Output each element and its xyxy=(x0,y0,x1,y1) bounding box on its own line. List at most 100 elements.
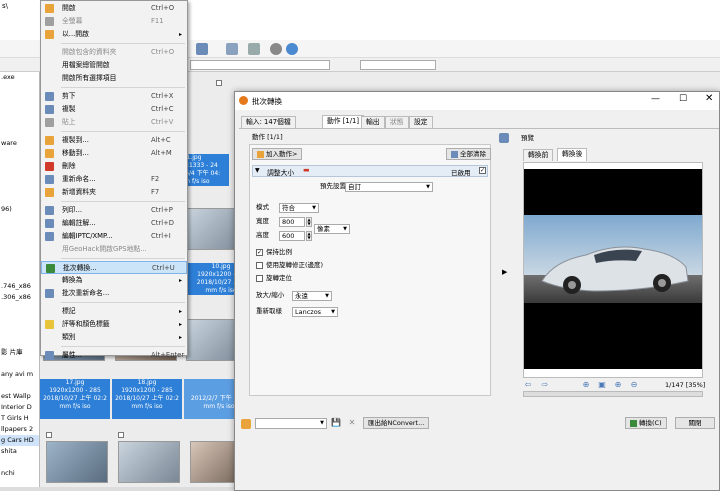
folder-tree-item[interactable]: est Wallp xyxy=(0,391,39,402)
thumbnail-image[interactable] xyxy=(118,441,180,483)
close-icon[interactable]: ✕ xyxy=(705,93,713,104)
preview-scrollbar[interactable] xyxy=(523,391,703,397)
folder-tree-item[interactable] xyxy=(0,182,39,193)
unit-select[interactable]: 像素 ▼ xyxy=(314,224,350,234)
preset-combo[interactable]: ▼ xyxy=(255,418,327,429)
folder-tree-item[interactable] xyxy=(0,303,39,314)
folder-tree-item[interactable]: llpapers 2 xyxy=(0,424,39,435)
tab-actions[interactable]: 動作 [1/1] xyxy=(322,115,364,128)
menu-item[interactable]: 移動到... Alt+M xyxy=(41,147,187,160)
menu-item[interactable]: 複製 Ctrl+C xyxy=(41,103,187,116)
folder-tree-item[interactable] xyxy=(0,457,39,468)
menu-item[interactable]: 以...開啟 ▸ xyxy=(41,28,187,41)
convert-button[interactable]: 轉換(C) xyxy=(625,417,667,429)
mode-select[interactable]: 符合 ▼ xyxy=(279,203,319,213)
folder-tree-item[interactable] xyxy=(0,94,39,105)
folder-tree-item[interactable]: 96) xyxy=(0,204,39,215)
minimize-icon[interactable]: — xyxy=(651,94,660,104)
folder-tree-item[interactable] xyxy=(0,215,39,226)
folder-tree-item[interactable] xyxy=(0,116,39,127)
save-icon[interactable]: 💾 xyxy=(331,418,341,428)
zoom-full-icon[interactable]: ▣ xyxy=(597,380,607,390)
folder-tree-item[interactable] xyxy=(0,270,39,281)
folder-tree-item[interactable] xyxy=(0,83,39,94)
menu-item[interactable]: 開啟 Ctrl+O xyxy=(41,2,187,15)
tab-after[interactable]: 轉換後 xyxy=(557,148,588,161)
folder-tree-item[interactable] xyxy=(0,380,39,391)
folder-tree-item[interactable] xyxy=(0,325,39,336)
folder-tree-item[interactable] xyxy=(0,127,39,138)
folder-tree-item[interactable] xyxy=(0,160,39,171)
toolbar-icon[interactable] xyxy=(248,43,260,55)
arrow-left-icon[interactable]: ⇦ xyxy=(523,380,533,390)
folder-tree-item[interactable]: .306_x86 xyxy=(0,292,39,303)
menu-item[interactable]: 複製到... Alt+C xyxy=(41,134,187,147)
menu-item[interactable]: 開啟包含的資料夾 Ctrl+O xyxy=(41,46,187,59)
menu-item[interactable]: 屬性... Alt+Enter xyxy=(41,349,187,362)
remove-action-icon[interactable]: ▬ xyxy=(303,166,310,174)
enlarge-select[interactable]: 永遠 ▼ xyxy=(292,291,332,301)
width-input[interactable]: 800 xyxy=(279,217,305,227)
search-input[interactable] xyxy=(360,60,436,70)
menu-item[interactable]: 新增資料夾 F7 xyxy=(41,186,187,199)
checkbox[interactable] xyxy=(216,80,222,86)
folder-tree-item[interactable]: .exe xyxy=(0,72,39,83)
zoom-out-icon[interactable]: ⊖ xyxy=(629,380,639,390)
resample-select[interactable]: Lanczos ▼ xyxy=(292,307,338,317)
folder-tree-item[interactable] xyxy=(0,336,39,347)
folder-tree-item[interactable]: Interior D xyxy=(0,402,39,413)
gear-icon[interactable] xyxy=(270,43,282,55)
thumbnail-caption[interactable]: 18.jpg 1920x1200 - 285 2018/10/27 上午 02:… xyxy=(112,379,182,419)
menu-item[interactable]: 用檔案總管開啟 xyxy=(41,59,187,72)
folder-tree-item[interactable]: g Cars HD xyxy=(0,435,39,446)
folder-tree-item[interactable] xyxy=(0,259,39,270)
close-button[interactable]: 關閉 xyxy=(675,417,715,429)
path-field[interactable] xyxy=(190,60,330,70)
folder-tree-item[interactable]: shita xyxy=(0,446,39,457)
menu-item[interactable]: 全螢幕 F11 xyxy=(41,15,187,28)
tab-output[interactable]: 輸出 xyxy=(361,116,385,128)
toolbar-icon[interactable] xyxy=(226,43,238,55)
menu-item[interactable]: 刪除 xyxy=(41,160,187,173)
thumbnail-caption[interactable]: 17.jpg 1920x1200 - 285 2018/10/27 上午 02:… xyxy=(40,379,110,419)
tab-before[interactable]: 轉換前 xyxy=(523,149,554,161)
folder-tree-item[interactable]: T Girls H xyxy=(0,413,39,424)
folder-tree-item[interactable] xyxy=(0,226,39,237)
toolbar-icon[interactable] xyxy=(196,43,208,55)
menu-item[interactable]: 評等和顏色標籤 ▸ xyxy=(41,318,187,331)
menu-item[interactable]: 列印... Ctrl+P xyxy=(41,204,187,217)
tab-settings[interactable]: 設定 xyxy=(409,116,433,128)
menu-item[interactable]: 編輯IPTC/XMP... Ctrl+I xyxy=(41,230,187,243)
menu-item[interactable]: 開啟所有選擇項目 xyxy=(41,72,187,85)
menu-item[interactable]: 重新命名... F2 xyxy=(41,173,187,186)
tab-status[interactable]: 狀態 xyxy=(385,116,409,128)
folder-tree-item[interactable]: any avi m xyxy=(0,369,39,380)
folder-tree-item[interactable]: ware xyxy=(0,138,39,149)
enabled-checkbox[interactable]: ✓ xyxy=(479,167,486,174)
menu-item[interactable]: 貼上 Ctrl+V xyxy=(41,116,187,129)
folder-tree-item[interactable] xyxy=(0,105,39,116)
folder-tree-item[interactable] xyxy=(0,479,39,487)
folder-tree-item[interactable] xyxy=(0,193,39,204)
menu-item[interactable]: 批次重新命名... xyxy=(41,287,187,300)
orientation-checkbox[interactable] xyxy=(256,262,263,269)
folder-tree-item[interactable] xyxy=(0,248,39,259)
export-nconvert-button[interactable]: 匯出給NConvert... xyxy=(363,417,430,429)
rotate-fix-checkbox[interactable] xyxy=(256,275,263,282)
folder-tree-item[interactable] xyxy=(0,358,39,369)
menu-item[interactable]: 批次轉換... Ctrl+U xyxy=(41,261,187,274)
dialog-titlebar[interactable]: 批次轉換 — ☐ ✕ xyxy=(235,92,719,110)
folder-icon[interactable] xyxy=(241,419,251,429)
folder-tree-item[interactable] xyxy=(0,237,39,248)
delete-icon[interactable]: ✕ xyxy=(347,418,357,428)
tab-input[interactable]: 輸入: 147個檔 xyxy=(241,116,296,128)
keep-ratio-checkbox[interactable]: ✓ xyxy=(256,249,263,256)
zoom-in-icon[interactable]: ⊕ xyxy=(613,380,623,390)
menu-item[interactable]: 類別 ▸ xyxy=(41,331,187,344)
action-header[interactable]: ▼ 調整大小 ▬ 已啟用 ✓ xyxy=(252,165,488,177)
arrow-right-icon[interactable]: ⇨ xyxy=(540,380,550,390)
preset-select[interactable]: 自訂 ▼ xyxy=(345,182,433,192)
clear-all-button[interactable]: 全部清除 xyxy=(446,148,491,160)
thumbnail-image[interactable] xyxy=(46,441,108,483)
checkbox[interactable] xyxy=(46,432,52,438)
